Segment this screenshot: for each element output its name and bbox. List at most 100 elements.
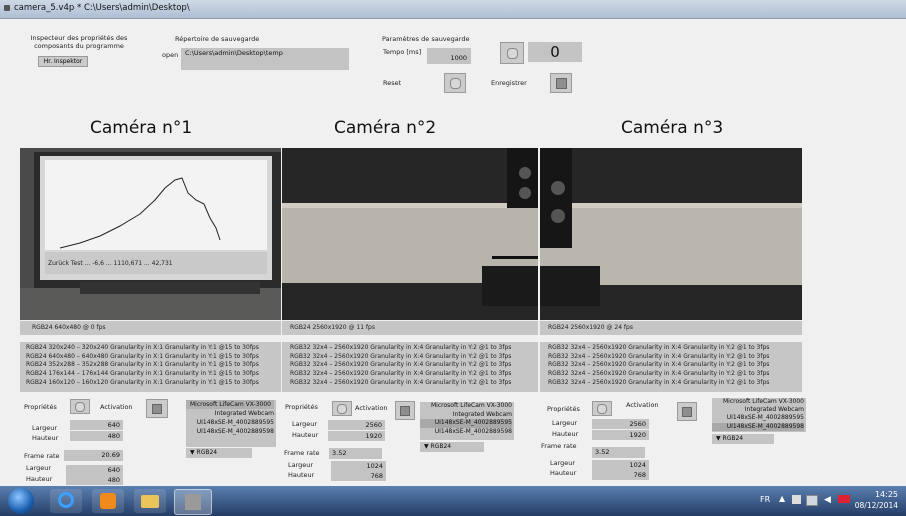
camera1-hauteur-input[interactable]: 480 [70,431,123,441]
clock-time[interactable]: 14:25 [858,490,898,499]
counter-toggle[interactable] [500,42,524,64]
camera3-format-value: RGB24 [722,435,744,442]
camera3-title: Caméra n°3 [621,118,724,138]
camera1-props-button[interactable] [70,399,90,414]
window-title-bar[interactable]: camera_5.v4p * C:\Users\admin\Desktop\ [0,0,906,19]
reset-button[interactable] [444,73,466,93]
inspector-label: Inspecteur des propriétés des composants… [30,34,128,50]
list-item[interactable]: UI148xSE-M_4002889595 [420,419,512,428]
camera1-formats-list[interactable]: RGB24 320x240 – 320x240 Granularity in X… [20,342,281,392]
camera1-out-hauteur-input[interactable]: 480 [66,475,123,485]
camera3-caption-bar: RGB24 2560x1920 @ 24 fps [540,321,802,335]
camera3-hauteur-input[interactable]: 1920 [592,430,649,440]
list-item[interactable]: Integrated Webcam [186,409,274,418]
camera1-hauteur-label: Hauteur [32,434,59,442]
list-item[interactable]: Microsoft LifeCam VX-3000 [712,398,804,406]
start-orb-icon[interactable] [8,488,34,514]
list-item[interactable]: RGB24 176x144 – 176x144 Granularity in X… [20,370,281,379]
camera3-out-largeur-input[interactable]: 1024 [592,460,649,470]
list-item[interactable]: RGB32 32x4 – 2560x1920 Granularity in X:… [282,370,538,379]
toggle-circle-icon [337,404,347,414]
camera2-caption: RGB24 2560x1920 @ 11 fps [290,324,375,331]
reset-circle-icon [450,78,461,89]
camera1-largeur-input[interactable]: 640 [70,420,123,430]
camera3-format-select[interactable]: ▼ RGB24 [712,434,774,444]
camera1-device-list[interactable]: Microsoft LifeCam VX-3000 Integrated Web… [186,400,276,447]
list-item[interactable]: RGB32 32x4 – 2560x1920 Granularity in X:… [540,370,802,379]
camera3-largeur-input[interactable]: 2560 [592,419,649,429]
record-button[interactable] [550,73,572,93]
taskbar: FR ▲ ◀ 14:25 08/12/2014 [0,486,906,516]
record-square-icon [556,78,567,89]
tempo-input[interactable]: 1000 [427,48,471,64]
list-item[interactable]: RGB32 32x4 – 2560x1920 Granularity in X:… [540,344,802,353]
vvvv-icon[interactable] [174,489,212,515]
toggle-circle-icon [75,402,85,412]
language-indicator[interactable]: FR [760,495,770,504]
list-item[interactable]: UI148xSE-M_4002889598 [186,427,274,436]
camera2-video [282,148,538,320]
camera3-activation-button[interactable] [677,402,697,421]
inspector-button[interactable]: Hr. Inspektor [38,56,88,67]
list-item[interactable]: RGB32 32x4 – 2560x1920 Granularity in X:… [540,353,802,362]
camera2-out-largeur-input[interactable]: 1024 [331,461,386,471]
clock-date[interactable]: 08/12/2014 [848,501,898,510]
camera1-out-largeur-input[interactable]: 640 [66,465,123,475]
list-item[interactable]: RGB32 32x4 – 2560x1920 Granularity in X:… [282,361,538,370]
activation-square-icon [682,407,692,417]
list-item[interactable]: Microsoft LifeCam VX-3000 [186,400,274,409]
flag-icon[interactable] [806,495,818,506]
camera2-formats-list[interactable]: RGB32 32x4 – 2560x1920 Granularity in X:… [282,342,538,392]
camera2-activation-button[interactable] [395,401,415,420]
list-item[interactable]: RGB24 320x240 – 320x240 Granularity in X… [20,344,281,353]
list-item[interactable]: Microsoft LifeCam VX-3000 [420,402,512,411]
camera2-out-hauteur-label: Hauteur [288,471,315,479]
camera2-props-button[interactable] [332,401,352,416]
camera3-props-label: Propriétés [547,405,580,413]
camera1-framerate-value: 20.69 [64,450,123,461]
list-item[interactable]: RGB32 32x4 – 2560x1920 Granularity in X:… [282,344,538,353]
list-item[interactable]: RGB24 640x480 – 640x480 Granularity in X… [20,353,281,362]
list-item[interactable]: UI148xSE-M_4002889595 [712,414,804,422]
camera2-format-select[interactable]: ▼ RGB24 [420,442,484,452]
camera1-activation-button[interactable] [146,399,168,418]
list-item[interactable]: RGB24 160x120 – 160x120 Granularity in X… [20,379,281,388]
media-player-icon[interactable] [92,489,124,513]
open-label: open [162,51,179,59]
list-item[interactable]: RGB32 32x4 – 2560x1920 Granularity in X:… [540,361,802,370]
save-path-field[interactable]: C:\Users\admin\Desktop\temp [181,48,349,70]
camera1-video: Zurück Test ... -6,6 ... 1110,671 ... 42… [20,148,281,320]
list-item[interactable]: UI148xSE-M_4002889595 [186,418,274,427]
list-item[interactable]: RGB32 32x4 – 2560x1920 Granularity in X:… [282,379,538,388]
camera3-device-list[interactable]: Microsoft LifeCam VX-3000 Integrated Web… [712,398,806,432]
camera1-format-value: RGB24 [196,449,218,456]
camera2-out-hauteur-input[interactable]: 768 [331,471,386,481]
camera1-largeur-label: Largeur [32,424,58,432]
camera1-out-largeur-label: Largeur [26,464,52,472]
camera1-format-select[interactable]: ▼ RGB24 [186,448,252,458]
camera2-title: Caméra n°2 [334,118,437,138]
camera2-hauteur-input[interactable]: 1920 [328,431,385,441]
list-item[interactable]: UI148xSE-M_4002889598 [712,422,804,431]
toggle-circle-icon [597,404,607,414]
speaker-icon[interactable]: ◀ [824,495,831,505]
camera2-hauteur-label: Hauteur [292,431,319,439]
app-icon [4,5,10,11]
tray-chevron-icon[interactable]: ▲ [779,494,785,503]
camera2-largeur-input[interactable]: 2560 [328,420,385,430]
list-item[interactable]: RGB32 32x4 – 2560x1920 Granularity in X:… [282,353,538,362]
list-item[interactable]: Integrated Webcam [712,406,804,414]
camera2-device-list[interactable]: Microsoft LifeCam VX-3000 Integrated Web… [420,402,514,440]
internet-explorer-icon[interactable] [50,489,82,513]
camera3-props-button[interactable] [592,401,612,416]
tray-app-icon[interactable] [792,495,801,504]
list-item[interactable]: UI148xSE-M_4002889598 [420,428,512,437]
camera3-video [540,148,802,320]
camera2-out-largeur-label: Largeur [288,461,314,469]
camera3-out-hauteur-input[interactable]: 768 [592,470,649,480]
list-item[interactable]: RGB32 32x4 – 2560x1920 Granularity in X:… [540,379,802,388]
list-item[interactable]: Integrated Webcam [420,411,512,420]
list-item[interactable]: RGB24 352x288 – 352x288 Granularity in X… [20,361,281,370]
file-explorer-icon[interactable] [134,489,166,513]
camera3-formats-list[interactable]: RGB32 32x4 – 2560x1920 Granularity in X:… [540,342,802,392]
